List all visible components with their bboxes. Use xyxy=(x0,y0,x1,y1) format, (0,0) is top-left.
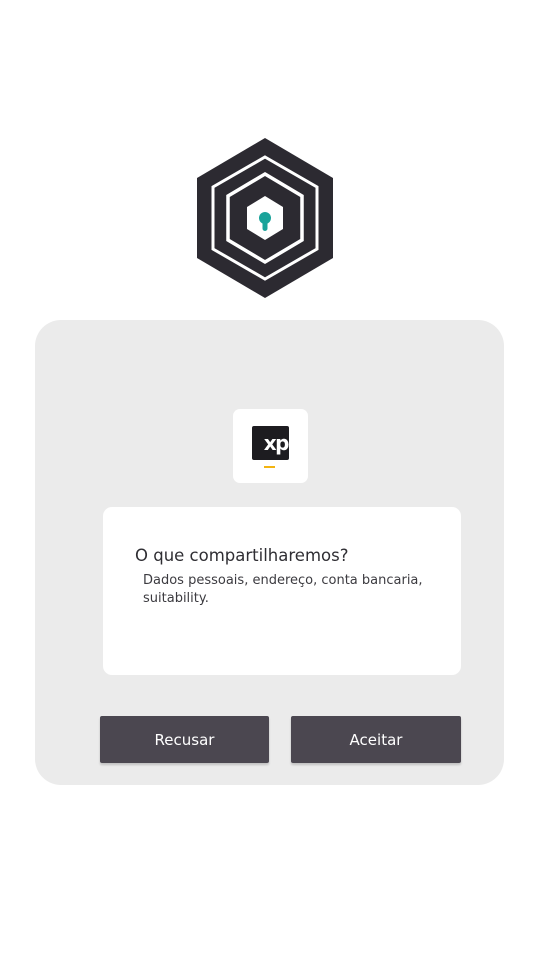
shared-data-info-box: O que compartilharemos? Dados pessoais, … xyxy=(103,507,461,675)
xp-logo-text: xp xyxy=(263,431,289,455)
shared-data-description: Dados pessoais, endereço, conta bancaria… xyxy=(143,573,423,606)
app-logo-tile: xp xyxy=(233,409,308,483)
shared-data-title: O que compartilharemos? xyxy=(135,546,349,565)
consent-card: xp O que compartilharemos? Dados pessoai… xyxy=(35,320,504,785)
refuse-button[interactable]: Recusar xyxy=(100,716,269,763)
xp-logo-icon: xp xyxy=(252,426,289,460)
shield-keyhole-hexagon-icon xyxy=(196,137,334,299)
logo-underline xyxy=(264,466,275,468)
accept-button[interactable]: Aceitar xyxy=(291,716,461,763)
